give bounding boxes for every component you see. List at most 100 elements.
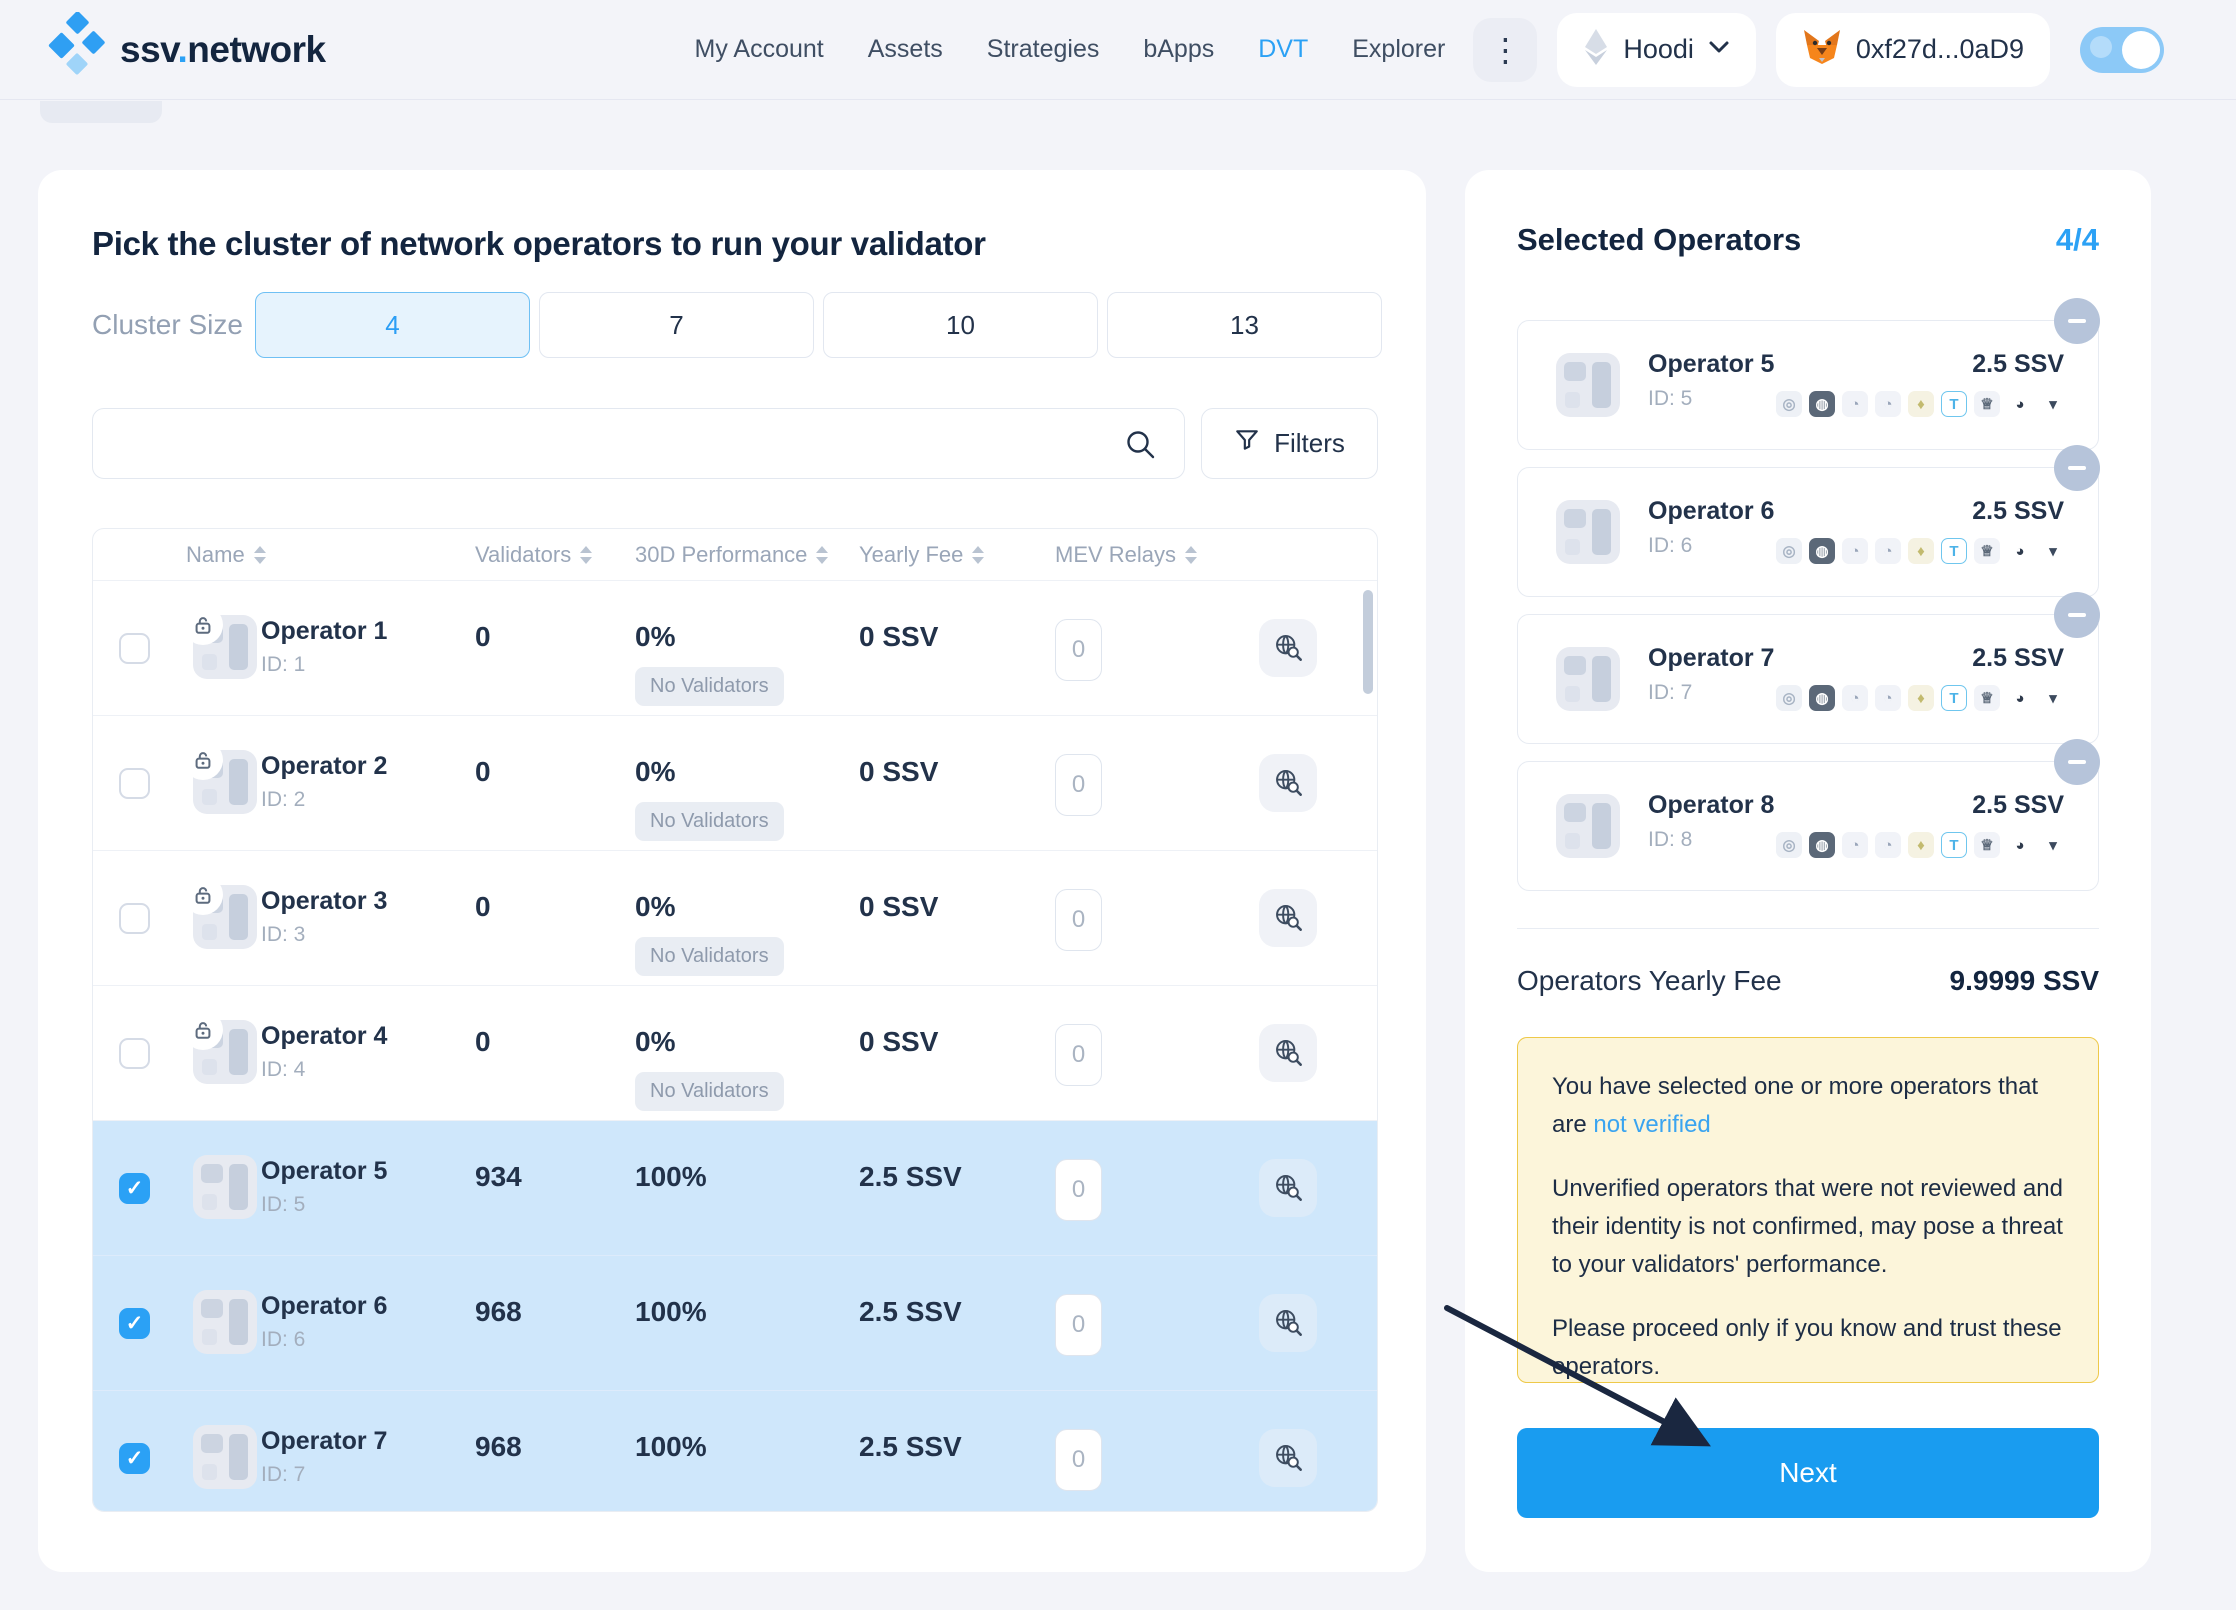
operator-row-operator-4: Operator 4ID: 400%No Validators0 SSV0 bbox=[93, 986, 1377, 1121]
operator-checkbox[interactable] bbox=[119, 633, 150, 664]
brand-logo[interactable]: ssv.network bbox=[48, 12, 326, 87]
avatar-shape bbox=[1565, 833, 1580, 849]
mev-relays-count: 0 bbox=[1055, 1024, 1102, 1086]
theme-toggle[interactable] bbox=[2080, 27, 2164, 73]
yearly-fee-cell: 2.5 SSV bbox=[859, 1431, 962, 1463]
nav-link-strategies[interactable]: Strategies bbox=[987, 35, 1100, 64]
network-selector[interactable]: Hoodi bbox=[1557, 13, 1756, 87]
minus-icon bbox=[2068, 613, 2086, 617]
avatar-shape bbox=[1564, 362, 1586, 381]
operator-checkbox[interactable]: ✓ bbox=[119, 1173, 150, 1204]
operator-id: ID: 5 bbox=[1648, 387, 1692, 411]
operator-checkbox[interactable] bbox=[119, 768, 150, 799]
not-verified-link[interactable]: not verified bbox=[1593, 1111, 1710, 1138]
relay-badge-6-icon: T bbox=[1941, 538, 1967, 564]
page-title: Pick the cluster of network operators to… bbox=[92, 225, 986, 263]
cluster-size-option-7[interactable]: 7 bbox=[539, 292, 814, 358]
avatar-shape bbox=[1592, 362, 1611, 408]
operator-fee: 2.5 SSV bbox=[1972, 791, 2064, 820]
nav-link-dvt[interactable]: DVT bbox=[1258, 35, 1308, 64]
cluster-size-row: Cluster Size 471013 bbox=[92, 292, 1382, 358]
table-scrollbar[interactable] bbox=[1363, 590, 1373, 694]
relay-badge-9-icon: ▾ bbox=[2040, 538, 2066, 564]
more-menu-button[interactable]: ⋮ bbox=[1473, 18, 1537, 82]
unverified-warning-box: You have selected one or more operators … bbox=[1517, 1037, 2099, 1383]
warning-paragraph-2: Unverified operators that were not revie… bbox=[1552, 1170, 2064, 1284]
relay-badge-6-icon: T bbox=[1941, 832, 1967, 858]
chevron-down-icon bbox=[1708, 40, 1730, 59]
relay-badge-9-icon: ▾ bbox=[2040, 685, 2066, 711]
globe-search-icon bbox=[1273, 1442, 1303, 1475]
remove-operator-button[interactable] bbox=[2054, 298, 2100, 344]
minus-icon bbox=[2068, 466, 2086, 470]
open-in-explorer-button[interactable] bbox=[1259, 619, 1317, 677]
relay-badge-4-icon: ◔ bbox=[1875, 538, 1901, 564]
cluster-size-option-4[interactable]: 4 bbox=[255, 292, 530, 358]
operator-id: ID: 7 bbox=[1648, 681, 1692, 705]
minus-icon bbox=[2068, 760, 2086, 764]
wallet-button[interactable]: 0xf27d...0aD9 bbox=[1776, 13, 2050, 87]
selected-operator-card-operator-7: Operator 7ID: 72.5 SSV◎◍◔◔♦T♕◕▾ bbox=[1517, 614, 2099, 744]
operator-avatar bbox=[193, 1425, 257, 1489]
filters-button[interactable]: Filters bbox=[1201, 408, 1378, 479]
relay-badge-7-icon: ♕ bbox=[1974, 832, 2000, 858]
operator-id: ID: 2 bbox=[261, 788, 305, 812]
avatar-shape bbox=[229, 1434, 248, 1480]
open-in-explorer-button[interactable] bbox=[1259, 1024, 1317, 1082]
column-header-30d-performance[interactable]: 30D Performance bbox=[635, 529, 828, 581]
operator-checkbox[interactable]: ✓ bbox=[119, 1308, 150, 1339]
remove-operator-button[interactable] bbox=[2054, 739, 2100, 785]
column-label: Yearly Fee bbox=[859, 542, 963, 568]
relay-badge-4-icon: ◔ bbox=[1875, 685, 1901, 711]
next-button[interactable]: Next bbox=[1517, 1428, 2099, 1518]
open-in-explorer-button[interactable] bbox=[1259, 1159, 1317, 1217]
cluster-size-label: Cluster Size bbox=[92, 309, 255, 341]
operator-name: Operator 4 bbox=[261, 1022, 387, 1051]
yearly-fee-label: Operators Yearly Fee bbox=[1517, 965, 1782, 997]
yearly-fee-cell: 0 SSV bbox=[859, 756, 938, 788]
nav-link-explorer[interactable]: Explorer bbox=[1352, 35, 1445, 64]
no-validators-badge: No Validators bbox=[635, 667, 784, 706]
column-header-mev-relays[interactable]: MEV Relays bbox=[1055, 529, 1197, 581]
column-header-validators[interactable]: Validators bbox=[475, 529, 592, 581]
relay-badge-3-icon: ◔ bbox=[1842, 538, 1868, 564]
search-icon bbox=[1124, 428, 1158, 467]
globe-search-icon bbox=[1273, 767, 1303, 800]
remove-operator-button[interactable] bbox=[2054, 445, 2100, 491]
operator-checkbox[interactable] bbox=[119, 903, 150, 934]
brand-name: ssv.network bbox=[120, 29, 326, 71]
relay-badge-5-icon: ♦ bbox=[1908, 685, 1934, 711]
open-in-explorer-button[interactable] bbox=[1259, 889, 1317, 947]
open-in-explorer-button[interactable] bbox=[1259, 754, 1317, 812]
validators-count: 968 bbox=[475, 1431, 522, 1463]
lock-icon bbox=[183, 605, 223, 645]
yearly-fee-row: Operators Yearly Fee 9.9999 SSV bbox=[1517, 965, 2099, 997]
operator-checkbox[interactable] bbox=[119, 1038, 150, 1069]
funnel-icon bbox=[1234, 427, 1260, 460]
search-input[interactable] bbox=[93, 409, 1184, 478]
open-in-explorer-button[interactable] bbox=[1259, 1294, 1317, 1352]
relay-badge-6-icon: T bbox=[1941, 685, 1967, 711]
nav-link-assets[interactable]: Assets bbox=[868, 35, 943, 64]
relay-badge-5-icon: ♦ bbox=[1908, 391, 1934, 417]
nav-link-bapps[interactable]: bApps bbox=[1143, 35, 1214, 64]
no-validators-badge: No Validators bbox=[635, 802, 784, 841]
relay-badge-8-icon: ◕ bbox=[2007, 391, 2033, 417]
operator-row-operator-1: Operator 1ID: 100%No Validators0 SSV0 bbox=[93, 581, 1377, 716]
sort-icon bbox=[254, 546, 266, 564]
nav-link-my-account[interactable]: My Account bbox=[695, 35, 824, 64]
cluster-size-option-10[interactable]: 10 bbox=[823, 292, 1098, 358]
column-header-yearly-fee[interactable]: Yearly Fee bbox=[859, 529, 984, 581]
cluster-size-option-13[interactable]: 13 bbox=[1107, 292, 1382, 358]
avatar-shape bbox=[1565, 539, 1580, 555]
yearly-fee-cell: 2.5 SSV bbox=[859, 1296, 962, 1328]
mev-relays-row: ◎◍◔◔♦T♕◕▾ bbox=[1776, 685, 2066, 711]
operator-fee: 2.5 SSV bbox=[1972, 350, 2064, 379]
globe-search-icon bbox=[1273, 902, 1303, 935]
open-in-explorer-button[interactable] bbox=[1259, 1429, 1317, 1487]
selected-count-badge: 4/4 bbox=[2056, 222, 2099, 258]
remove-operator-button[interactable] bbox=[2054, 592, 2100, 638]
column-header-name[interactable]: Name bbox=[186, 529, 266, 581]
operator-checkbox[interactable]: ✓ bbox=[119, 1443, 150, 1474]
table-header-row: Name Validators 30D Performance Yearly Fee M… bbox=[93, 529, 1377, 581]
